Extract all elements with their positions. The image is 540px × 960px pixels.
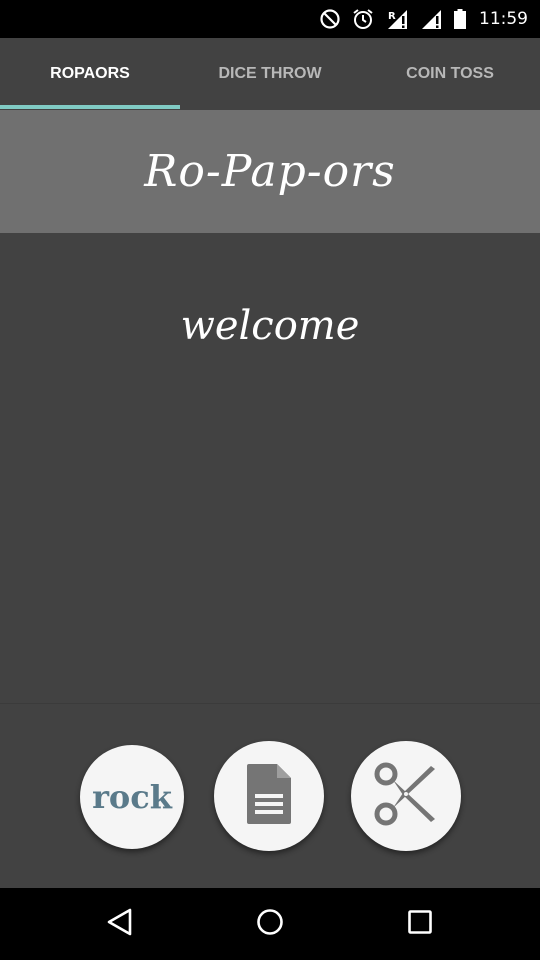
tab-dice-throw[interactable]: DICE THROW xyxy=(180,38,360,110)
battery-icon xyxy=(453,8,467,30)
scissors-button[interactable] xyxy=(351,741,461,851)
rock-label: rock xyxy=(92,778,172,816)
scissors-icon xyxy=(373,761,439,832)
navigation-bar xyxy=(0,888,540,960)
status-time: 11:59 xyxy=(479,9,528,29)
paper-button[interactable] xyxy=(214,741,324,851)
alarm-icon xyxy=(351,8,375,30)
app-screen: R 11:59 ROPAORS DICE THROW COIN TOSS Ro-… xyxy=(0,0,540,960)
signal-icon xyxy=(419,8,443,30)
status-icons: R 11:59 xyxy=(319,0,528,38)
choice-controls: rock xyxy=(0,703,540,889)
svg-text:R: R xyxy=(388,11,396,22)
back-button[interactable] xyxy=(102,906,138,942)
active-tab-indicator xyxy=(0,105,180,109)
home-button[interactable] xyxy=(252,906,288,942)
main-area: welcome xyxy=(0,233,540,703)
signal-roaming-icon: R xyxy=(385,8,409,30)
tab-coin-toss[interactable]: COIN TOSS xyxy=(360,38,540,110)
back-icon xyxy=(105,907,135,942)
tab-bar: ROPAORS DICE THROW COIN TOSS xyxy=(0,38,540,110)
home-icon xyxy=(255,907,285,942)
document-icon xyxy=(245,762,293,831)
title-band: Ro-Pap-ors xyxy=(0,110,540,233)
page-title: Ro-Pap-ors xyxy=(144,146,396,197)
recents-button[interactable] xyxy=(402,906,438,942)
rock-button[interactable]: rock xyxy=(80,745,184,849)
recents-icon xyxy=(405,907,435,942)
do-not-disturb-icon xyxy=(319,8,341,30)
tab-ropaors[interactable]: ROPAORS xyxy=(0,38,180,110)
welcome-text: welcome xyxy=(180,303,360,349)
status-bar: R 11:59 xyxy=(0,0,540,38)
